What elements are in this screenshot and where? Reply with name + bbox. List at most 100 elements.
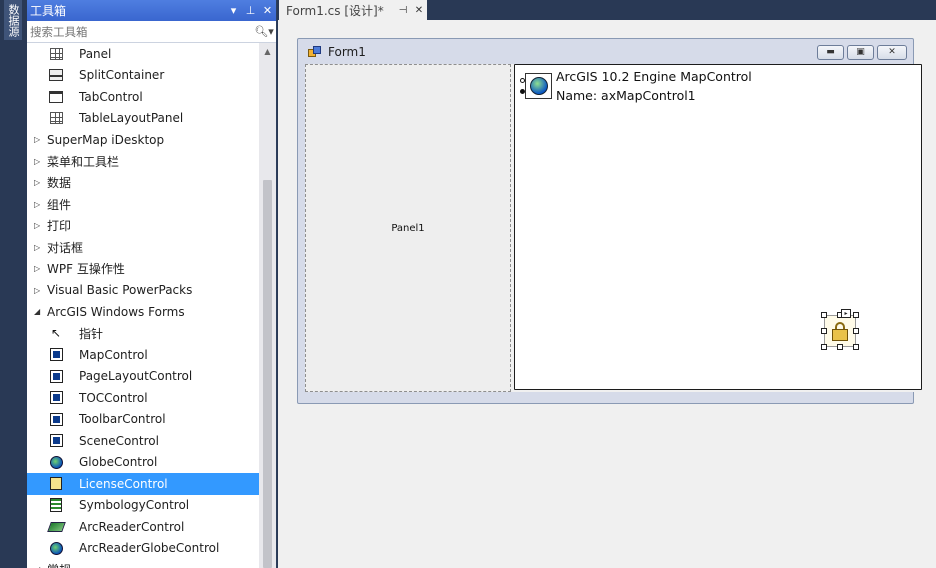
toolbox-item-label: 菜单和工具栏 xyxy=(47,154,120,169)
toolbox-group[interactable]: ◢ ArcGIS Windows Forms xyxy=(27,301,260,323)
scroll-thumb[interactable] xyxy=(263,180,272,568)
toolbox-item[interactable]: LicenseControl xyxy=(27,473,260,495)
toolbox-item-label: TableLayoutPanel xyxy=(79,111,184,126)
panel1[interactable]: Panel1 xyxy=(305,64,511,392)
form1-window[interactable]: Form1 ▬ ▣ ✕ Panel1 ArcGIS 10.2 Engine Ma… xyxy=(297,38,923,404)
toolbox-item-label: SceneControl xyxy=(79,433,159,448)
panel1-label: Panel1 xyxy=(391,222,425,234)
toolbox-search: 🔍︎▾ xyxy=(27,21,276,43)
pointer-icon: ↖ xyxy=(50,326,62,341)
smart-tag-icon[interactable]: ▸ xyxy=(841,309,851,318)
toolbox-item-label: MapControl xyxy=(79,347,148,362)
resize-handle[interactable] xyxy=(853,328,859,334)
toolbar-control-icon xyxy=(47,412,65,426)
toolbox-item[interactable]: TOCControl xyxy=(27,387,260,409)
toolbox-item[interactable]: SceneControl xyxy=(27,430,260,452)
toolbox-group[interactable]: ▷ 菜单和工具栏 xyxy=(27,151,260,173)
search-icon[interactable]: 🔍︎▾ xyxy=(252,25,276,38)
toolbox-item-label: ArcGIS Windows Forms xyxy=(47,304,185,319)
collapsed-arrow-icon[interactable]: ▷ xyxy=(34,200,47,209)
maximize-button[interactable]: ▣ xyxy=(847,44,874,60)
table-layout-icon xyxy=(47,111,65,125)
map-control-name: Name: axMapControl1 xyxy=(556,88,696,103)
toolbox-group[interactable]: ▷ WPF 互操作性 xyxy=(27,258,260,280)
collapsed-arrow-icon[interactable]: ▷ xyxy=(34,135,47,144)
page-layout-control-icon xyxy=(47,369,65,383)
toolbox-item-label: SymbologyControl xyxy=(79,498,190,513)
collapsed-arrow-icon[interactable]: ▷ xyxy=(34,286,47,295)
toolbox-item-label: 对话框 xyxy=(47,240,84,255)
toolbox-item[interactable]: TabControl xyxy=(27,86,260,108)
toolbox-scrollbar[interactable]: ▲ xyxy=(259,43,276,568)
scroll-up-icon[interactable]: ▲ xyxy=(259,43,276,60)
toolbox-header: 工具箱 ▾ ⊥ ✕ xyxy=(27,0,276,21)
resize-handle[interactable] xyxy=(821,328,827,334)
resize-handle[interactable] xyxy=(853,344,859,350)
split-container-icon xyxy=(47,68,65,82)
dropdown-icon[interactable]: ▾ xyxy=(225,4,242,17)
toolbox-item-label: Panel xyxy=(79,46,112,61)
close-icon[interactable]: ✕ xyxy=(411,5,427,16)
data-sources-tab[interactable]: 数据源 xyxy=(4,0,22,40)
toolbox-item[interactable]: ToolbarControl xyxy=(27,409,260,431)
map-control-type: ArcGIS 10.2 Engine MapControl xyxy=(556,69,752,84)
toolbox-panel: 工具箱 ▾ ⊥ ✕ 🔍︎▾ Panel SplitContainer TabCont… xyxy=(27,0,277,568)
toolbox-item[interactable]: SymbologyControl xyxy=(27,495,260,517)
designer-surface: Form1 ▬ ▣ ✕ Panel1 ArcGIS 10.2 Engine Ma… xyxy=(278,20,936,568)
close-icon[interactable]: ✕ xyxy=(259,4,276,17)
close-button[interactable]: ✕ xyxy=(877,44,907,60)
toolbox-group[interactable]: ▷ 组件 xyxy=(27,194,260,216)
toolbox-group[interactable]: ▷ Visual Basic PowerPacks xyxy=(27,280,260,302)
toolbox-group[interactable]: ▷ 对话框 xyxy=(27,237,260,259)
toolbox-item-label: ArcReaderGlobeControl xyxy=(79,541,220,556)
toolbox-item[interactable]: Panel xyxy=(27,43,260,65)
toolbox-item[interactable]: ArcReaderControl xyxy=(27,516,260,538)
map-control-icon xyxy=(525,73,552,99)
resize-handle[interactable] xyxy=(821,312,827,318)
toolbox-item[interactable]: ArcReaderGlobeControl xyxy=(27,538,260,560)
resize-handle[interactable] xyxy=(837,344,843,350)
toolbox-item-label: SplitContainer xyxy=(79,68,165,83)
toolbox-item[interactable]: MapControl xyxy=(27,344,260,366)
arcreader-control-icon xyxy=(46,520,66,534)
license-control-icon xyxy=(47,477,65,491)
toolbox-group[interactable]: ◢常规 xyxy=(27,559,260,568)
expanded-arrow-icon[interactable]: ◢ xyxy=(34,307,47,316)
resize-handle[interactable] xyxy=(821,344,827,350)
toolbox-item[interactable]: TableLayoutPanel xyxy=(27,108,260,130)
collapsed-arrow-icon[interactable]: ▷ xyxy=(34,178,47,187)
scene-control-icon xyxy=(47,434,65,448)
form-title-bar: Form1 ▬ ▣ ✕ xyxy=(298,39,913,65)
toc-control-icon xyxy=(47,391,65,405)
toolbox-item-label: TabControl xyxy=(79,89,143,104)
toolbox-item-label: 打印 xyxy=(47,219,72,234)
toolbox-item[interactable]: PageLayoutControl xyxy=(27,366,260,388)
pin-icon[interactable]: ⊣ xyxy=(395,5,411,16)
collapsed-arrow-icon[interactable]: ▷ xyxy=(34,264,47,273)
form-title: Form1 xyxy=(328,45,366,59)
toolbox-item-label: Visual Basic PowerPacks xyxy=(47,283,193,298)
resize-handle[interactable] xyxy=(853,312,859,318)
toolbox-item-label: 组件 xyxy=(47,197,72,212)
toolbox-group[interactable]: ▷ 打印 xyxy=(27,215,260,237)
map-control[interactable]: ArcGIS 10.2 Engine MapControl Name: axMa… xyxy=(514,64,922,390)
toolbox-item[interactable]: SplitContainer xyxy=(27,65,260,87)
toolbox-group[interactable]: ▷ 数据 xyxy=(27,172,260,194)
search-input[interactable] xyxy=(30,24,252,39)
toolbox-item-label: SuperMap iDesktop xyxy=(47,132,165,147)
toolbox-list: Panel SplitContainer TabControl TableLayout… xyxy=(27,43,260,568)
pin-icon[interactable]: ⊥ xyxy=(242,4,259,17)
minimize-button[interactable]: ▬ xyxy=(817,44,844,60)
toolbox-item[interactable]: GlobeControl xyxy=(27,452,260,474)
toolbox-item[interactable]: ↖ 指针 xyxy=(27,323,260,345)
toolbox-item-label: 常规 xyxy=(47,561,71,568)
collapsed-arrow-icon[interactable]: ▷ xyxy=(34,157,47,166)
form-icon xyxy=(308,46,322,58)
toolbox-group[interactable]: ▷ SuperMap iDesktop xyxy=(27,129,260,151)
tab-form1-design[interactable]: Form1.cs [设计]* ⊣ ✕ xyxy=(279,0,427,20)
collapsed-arrow-icon[interactable]: ▷ xyxy=(34,243,47,252)
license-control[interactable]: ▸ xyxy=(821,309,859,350)
collapsed-arrow-icon[interactable]: ▷ xyxy=(34,221,47,230)
minimize-icon: ▬ xyxy=(826,47,835,57)
form-client-area: Panel1 ArcGIS 10.2 Engine MapControl Nam… xyxy=(305,64,923,392)
